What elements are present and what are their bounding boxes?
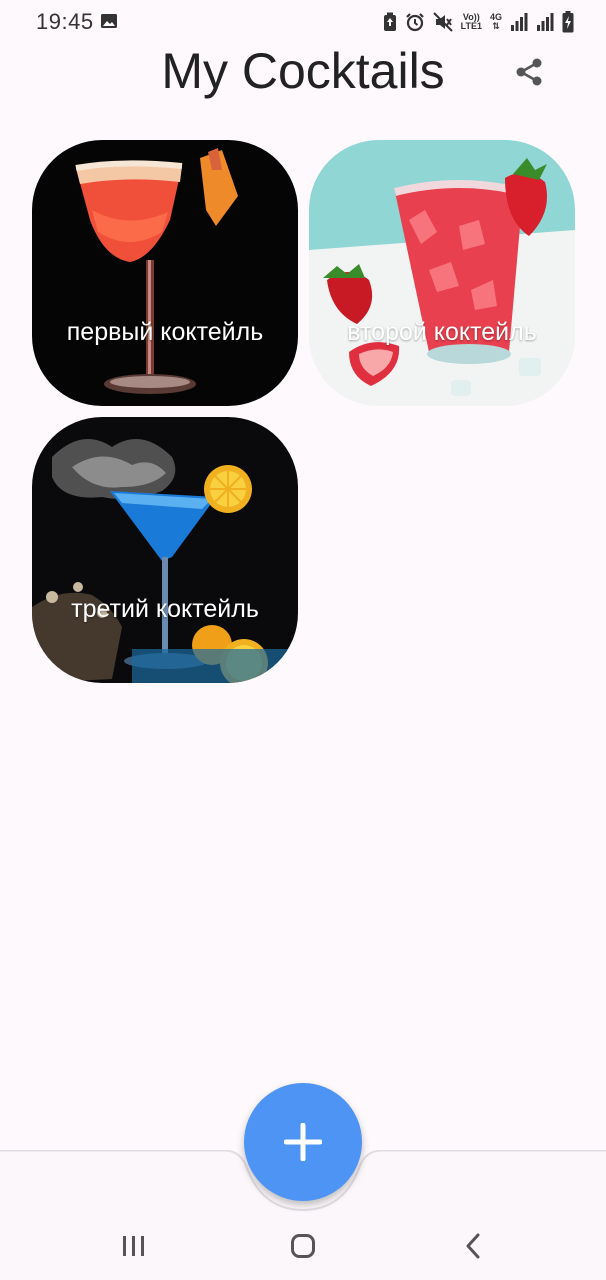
cocktail-name: второй коктейль bbox=[347, 318, 537, 346]
home-icon bbox=[291, 1234, 315, 1258]
image-icon bbox=[101, 14, 117, 28]
status-bar: 19:45 Vo)) LTE1 4G ⇅ bbox=[0, 0, 606, 46]
signal-icon bbox=[537, 13, 554, 31]
plus-icon bbox=[284, 1123, 322, 1161]
add-cocktail-button[interactable] bbox=[244, 1083, 362, 1201]
4g-icon: 4G ⇅ bbox=[489, 12, 502, 31]
back-icon bbox=[466, 1233, 480, 1259]
red-margarita-photo bbox=[32, 140, 298, 406]
cocktail-name: первый коктейль bbox=[66, 318, 264, 346]
home-button[interactable] bbox=[273, 1228, 333, 1264]
cocktail-card[interactable]: первый коктейль bbox=[32, 140, 298, 406]
cocktail-card[interactable]: третий коктейль bbox=[32, 417, 298, 683]
cocktail-name: третий коктейль bbox=[71, 595, 259, 623]
recents-button[interactable] bbox=[104, 1228, 164, 1264]
mute-icon bbox=[432, 12, 453, 32]
recents-icon bbox=[123, 1236, 144, 1256]
signal-icon bbox=[511, 13, 528, 31]
battery-icon bbox=[562, 11, 574, 33]
alarm-icon bbox=[405, 13, 424, 32]
back-button[interactable] bbox=[443, 1228, 503, 1264]
volte-icon: Vo)) LTE1 bbox=[460, 12, 482, 31]
status-time: 19:45 bbox=[36, 9, 94, 34]
strawberry-drink-photo bbox=[309, 140, 575, 406]
share-button[interactable] bbox=[508, 54, 550, 90]
battery-saver-icon bbox=[383, 12, 396, 31]
cocktail-card[interactable]: второй коктейль bbox=[309, 140, 575, 406]
status-icons: Vo)) LTE1 4G ⇅ bbox=[383, 10, 574, 34]
share-icon bbox=[516, 58, 542, 86]
blue-martini-photo bbox=[32, 417, 298, 683]
